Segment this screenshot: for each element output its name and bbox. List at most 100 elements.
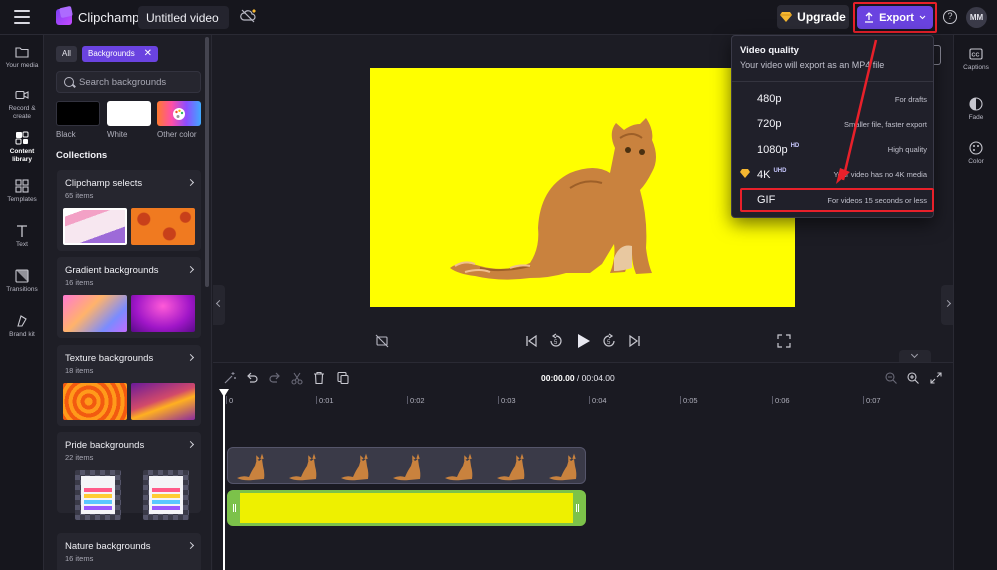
nav-label: Brand kit (9, 331, 35, 338)
ruler-tick (680, 396, 681, 404)
trim-handle-left[interactable] (230, 493, 240, 523)
filter-chip-backgrounds[interactable]: Backgrounds ✕ (82, 46, 158, 62)
close-icon[interactable]: ✕ (144, 46, 152, 62)
nav-your-media[interactable]: Your media (0, 45, 44, 70)
panel-fade[interactable]: Fade (954, 97, 997, 121)
content-library-panel: All Backgrounds ✕ Black White Other colo… (44, 35, 212, 570)
nav-record-create[interactable]: Record & create (0, 88, 44, 121)
collection-card-nature-backgrounds[interactable]: Nature backgrounds 16 items (57, 533, 201, 570)
skip-forward-icon[interactable] (627, 333, 643, 349)
swatch-black[interactable] (56, 101, 100, 126)
swatch-other-color[interactable] (157, 101, 201, 126)
svg-text:5: 5 (607, 340, 611, 346)
svg-text:5: 5 (554, 340, 558, 346)
thumbnail[interactable] (63, 383, 127, 420)
upgrade-button[interactable]: Upgrade (777, 5, 849, 29)
video-clip-track[interactable] (227, 447, 586, 484)
ruler-label: 0:06 (775, 396, 790, 405)
collection-card-clipchamp-selects[interactable]: Clipchamp selects 65 items (57, 170, 201, 251)
chevron-right-icon (186, 265, 195, 274)
forward-5-icon[interactable]: 5 (601, 333, 617, 349)
uhd-badge: UHD (773, 168, 787, 174)
scissors-icon[interactable] (290, 371, 304, 385)
clipchamp-logo-icon (56, 9, 72, 25)
camera-icon (15, 90, 29, 100)
ruler-label: 0:07 (866, 396, 881, 405)
aspect-ratio-button[interactable] (933, 45, 941, 65)
background-clip-track[interactable] (227, 490, 586, 526)
search-input[interactable] (79, 75, 197, 90)
export-option-1080p[interactable]: 1080p HD High quality (740, 139, 927, 159)
option-label: 4K UHD (757, 168, 786, 181)
collection-card-texture-backgrounds[interactable]: Texture backgrounds 18 items (57, 345, 201, 426)
folder-icon (15, 47, 29, 58)
search-box[interactable] (56, 71, 201, 93)
collection-count: 65 items (65, 191, 94, 200)
nav-brand-kit[interactable]: Brand kit (0, 314, 44, 339)
thumbnail[interactable] (75, 470, 121, 520)
chip-label: Backgrounds (88, 49, 135, 58)
thumbnail[interactable] (63, 208, 127, 245)
rewind-5-icon[interactable]: 5 (548, 333, 564, 349)
zoom-in-icon[interactable] (906, 371, 920, 385)
ruler-label: 0:03 (501, 396, 516, 405)
collection-count: 16 items (65, 278, 94, 287)
ruler-tick (498, 396, 499, 404)
thumbnail[interactable] (63, 295, 127, 332)
export-option-720p[interactable]: 720p Smaller file, faster export (740, 114, 927, 134)
left-navigation: Your media Record & create Content libra… (0, 35, 44, 570)
avatar[interactable]: MM (966, 7, 987, 28)
skip-back-icon[interactable] (523, 333, 539, 349)
filter-chip-all[interactable]: All (56, 46, 77, 62)
nav-content-library[interactable]: Content library (0, 131, 44, 164)
export-option-4k[interactable]: 4K UHD Your video has no 4K media (740, 164, 927, 184)
crop-off-icon[interactable] (374, 333, 390, 349)
panel-captions[interactable]: CC Captions (954, 47, 997, 71)
swatch-white[interactable] (107, 101, 151, 126)
delete-icon[interactable] (312, 371, 326, 385)
collections-heading: Collections (56, 150, 108, 161)
thumbnail[interactable] (131, 208, 195, 245)
panel-color[interactable]: Color (954, 141, 997, 165)
thumbnail[interactable] (131, 383, 195, 420)
playhead[interactable] (223, 391, 225, 570)
total-time: 00:04.00 (581, 373, 615, 383)
fit-timeline-icon[interactable] (929, 371, 943, 385)
chevron-right-icon (186, 440, 195, 449)
collection-card-pride-backgrounds[interactable]: Pride backgrounds 22 items (57, 432, 201, 520)
cat-thumbnail-strip (236, 455, 578, 481)
video-title-input[interactable]: Untitled video (138, 6, 229, 29)
cloud-sync-off-icon[interactable] (240, 8, 256, 24)
play-icon[interactable] (575, 333, 591, 349)
library-scrollbar[interactable] (205, 37, 209, 287)
ruler-label: 0:01 (319, 396, 334, 405)
menu-icon[interactable] (14, 10, 30, 24)
option-label: 480p (757, 93, 782, 105)
chevron-right-icon (186, 353, 195, 362)
export-menu-title: Video quality (740, 45, 799, 56)
nav-label: Templates (7, 196, 37, 203)
thumbnail[interactable] (143, 470, 189, 520)
nav-transitions[interactable]: Transitions (0, 269, 44, 294)
trim-handle-right[interactable] (573, 493, 583, 523)
magic-wand-icon[interactable] (223, 371, 237, 385)
hd-badge: HD (790, 143, 800, 149)
collapse-timeline-button[interactable] (899, 350, 931, 362)
fullscreen-icon[interactable] (776, 333, 792, 349)
library-icon (15, 131, 29, 145)
export-option-480p[interactable]: 480p For drafts (740, 89, 927, 109)
thumbnail[interactable] (131, 295, 195, 332)
collapse-right-panel-button[interactable] (941, 285, 953, 325)
collection-count: 16 items (65, 554, 94, 563)
collection-card-gradient-backgrounds[interactable]: Gradient backgrounds 16 items (57, 257, 201, 338)
zoom-out-icon[interactable] (884, 371, 898, 385)
duplicate-icon[interactable] (336, 371, 350, 385)
svg-text:CC: CC (972, 53, 980, 59)
nav-text[interactable]: Text (0, 224, 44, 249)
help-icon[interactable]: ? (943, 10, 957, 24)
undo-icon[interactable] (245, 371, 259, 385)
nav-templates[interactable]: Templates (0, 179, 44, 204)
redo-icon[interactable] (268, 371, 282, 385)
collapse-left-panel-button[interactable] (213, 285, 225, 325)
export-menu-subtitle: Your video will export as an MP4 file (740, 60, 885, 70)
